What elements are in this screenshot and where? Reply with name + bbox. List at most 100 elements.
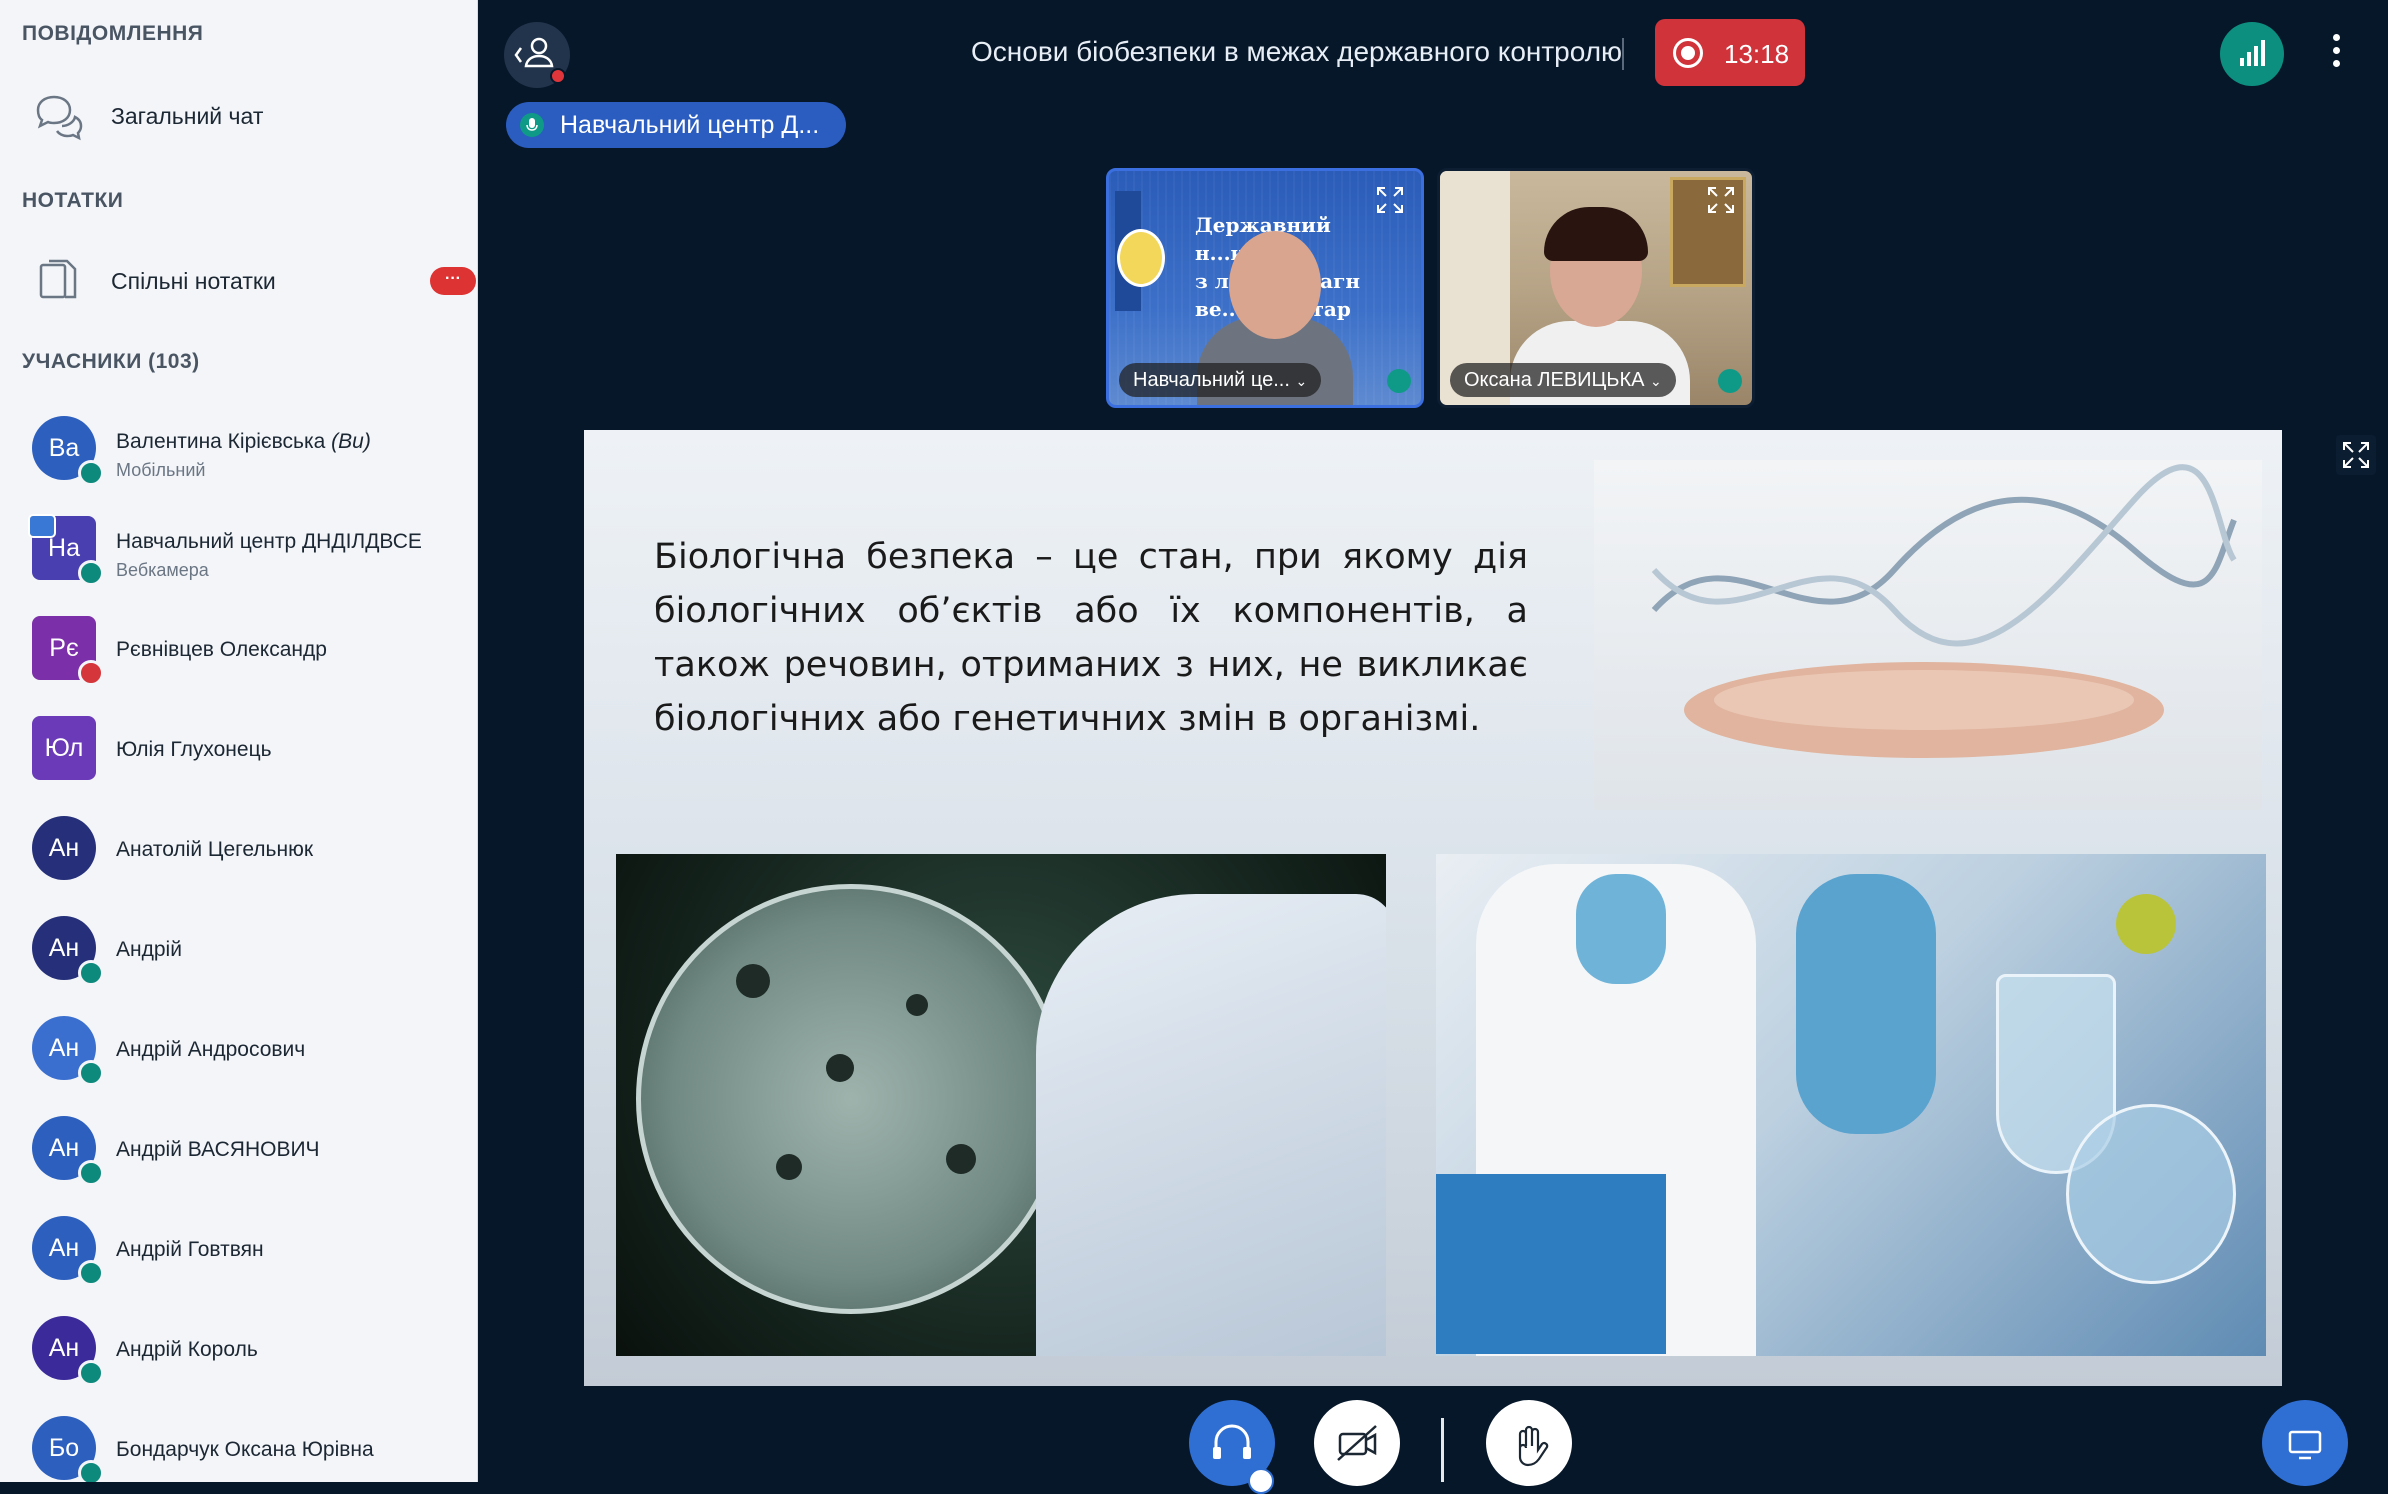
participant-row[interactable]: Рє Рєвнівцев Олександр	[0, 600, 477, 700]
video-name-label[interactable]: Оксана ЛЕВИЦЬКА ⌄	[1450, 363, 1676, 397]
participant-name-text: Навчальний центр ДНДІЛДВСЕ	[116, 530, 422, 553]
laboratory-image	[1436, 854, 2266, 1356]
slide-text: Біологічна безпека – це стан, при якому …	[654, 537, 1528, 739]
presentation-slide: Біологічна безпека – це стан, при якому …	[584, 430, 2282, 1386]
participant-row[interactable]: Ан Андрій	[0, 900, 477, 1000]
chevron-down-icon: ⌄	[1295, 373, 1308, 389]
participant-name: Андрій ВАСЯНОВИЧ	[116, 1138, 320, 1162]
participant-name: Навчальний центр ДНДІЛДВСЕ	[116, 530, 422, 554]
recording-time: 13:18	[1724, 39, 1790, 69]
participant-name-text: Бондарчук Оксана Юрівна	[116, 1438, 374, 1461]
participant-name: Рєвнівцев Олександр	[116, 638, 327, 662]
participant-name: Андрій Андросович	[116, 1038, 305, 1062]
camera-off-icon	[1337, 1425, 1377, 1461]
participant-row[interactable]: Юл Юлія Глухонець	[0, 700, 477, 800]
participant-row[interactable]: Ан Андрій Король	[0, 1300, 477, 1400]
institution-logo	[1117, 229, 1165, 287]
raise-hand-button[interactable]	[1486, 1400, 1572, 1486]
connection-status-button[interactable]	[2220, 22, 2284, 86]
main-area: Основи біобезпеки в межах державного кон…	[478, 0, 2388, 1494]
person-head	[1229, 231, 1321, 339]
video-name-text: Оксана ЛЕВИЦЬКА	[1464, 369, 1645, 391]
chat-icon	[32, 90, 84, 142]
participant-name: Андрій Король	[116, 1338, 258, 1362]
participant-name: Бондарчук Оксана Юрівна	[116, 1438, 374, 1462]
headphones-icon	[78, 960, 104, 986]
messages-section-title: ПОВІДОМЛЕННЯ	[22, 22, 204, 45]
participant-name-text: Андрій Говтвян	[116, 1238, 264, 1261]
headphones-icon	[1718, 369, 1742, 393]
microphone-icon	[520, 113, 544, 137]
participant-name-text: Андрій	[116, 938, 182, 961]
fullscreen-slide-button[interactable]	[2336, 435, 2376, 475]
participant-row[interactable]: На Навчальний центр ДНДІЛДВСЕ Вебкамера	[0, 500, 477, 600]
top-bar: Основи біобезпеки в межах державного кон…	[478, 0, 2388, 110]
participant-name-text: Анатолій Цегельнюк	[116, 838, 314, 861]
headphones-icon	[78, 1160, 104, 1186]
screen-icon	[2288, 1430, 2322, 1460]
headphones-icon	[78, 460, 104, 486]
microphone-icon	[1387, 369, 1411, 393]
participant-name-text: Валентина Кірієвська	[116, 430, 326, 453]
participant-name: Андрій Говтвян	[116, 1238, 264, 1262]
participant-row[interactable]: Ан Андрій Говтвян	[0, 1200, 477, 1300]
muted-microphone-icon	[78, 660, 104, 686]
person-hair	[1544, 207, 1648, 261]
bottom-action-bar	[478, 1386, 2388, 1494]
signal-bars-icon	[2240, 40, 2265, 66]
recording-button[interactable]: 13:18	[1655, 19, 1805, 86]
chevron-down-icon: ⌄	[1650, 373, 1662, 389]
participants-list: Ва Валентина Кірієвська (Ви) Мобільний На На…	[0, 400, 477, 1482]
talking-user-name: Навчальний центр Д...	[560, 111, 820, 139]
headphones-icon	[78, 1460, 104, 1482]
participant-name: Юлія Глухонець	[116, 738, 272, 762]
video-name-text: Навчальний це...	[1133, 369, 1290, 391]
notes-icon	[32, 255, 84, 307]
petri-dish-image	[616, 854, 1386, 1356]
toggle-user-list-button[interactable]	[504, 22, 570, 88]
participant-name: Валентина Кірієвська (Ви)	[116, 430, 371, 454]
shared-notes-label: Спільні нотатки	[111, 267, 276, 294]
record-icon	[1673, 38, 1703, 68]
camera-button[interactable]	[1314, 1400, 1400, 1486]
talking-indicator[interactable]: Навчальний центр Д...	[506, 102, 846, 148]
dna-image	[1594, 460, 2262, 810]
public-chat-item[interactable]: Загальний чат	[0, 76, 477, 156]
video-tile-oksana[interactable]: Оксана ЛЕВИЦЬКА ⌄	[1437, 168, 1755, 408]
avatar: Ан	[32, 816, 96, 880]
participant-name-text: Рєвнівцев Олександр	[116, 638, 327, 661]
participant-name-text: Андрій Андросович	[116, 1038, 306, 1061]
shared-notes-item[interactable]: Спільні нотатки ···	[0, 241, 477, 321]
participant-name: Андрій	[116, 938, 182, 962]
participant-row[interactable]: Ан Андрій ВАСЯНОВИЧ	[0, 1100, 477, 1200]
sidebar: ПОВІДОМЛЕННЯ Загальний чат НОТАТКИ Спіль…	[0, 0, 478, 1482]
notes-section-title: НОТАТКИ	[22, 189, 124, 212]
microphone-icon	[78, 560, 104, 586]
participant-row[interactable]: Бо Бондарчук Оксана Юрівна	[0, 1400, 477, 1482]
fullscreen-icon[interactable]	[1375, 185, 1405, 215]
fullscreen-icon[interactable]	[1706, 185, 1736, 215]
participant-device: Мобільний	[116, 460, 206, 480]
hand-icon	[1518, 1425, 1549, 1467]
meeting-title: Основи біобезпеки в межах державного кон…	[971, 36, 1623, 67]
notification-dot	[550, 68, 566, 84]
more-options-button[interactable]	[2326, 28, 2346, 80]
screen-share-button[interactable]	[2262, 1400, 2348, 1486]
video-name-label[interactable]: Навчальний це... ⌄	[1119, 363, 1322, 397]
action-bar-separator	[1441, 1418, 1444, 1482]
headphones-icon	[78, 1060, 104, 1086]
participant-row[interactable]: Ан Анатолій Цегельнюк	[0, 800, 477, 900]
participant-row[interactable]: Ва Валентина Кірієвська (Ви) Мобільний	[0, 400, 477, 500]
participant-name-text: Андрій ВАСЯНОВИЧ	[116, 1138, 320, 1161]
participant-name-text: Андрій Король	[116, 1338, 258, 1361]
presenter-icon	[28, 514, 56, 538]
participants-section-title: УЧАСНИКИ (103)	[22, 350, 200, 373]
participant-row[interactable]: Ан Андрій Андросович	[0, 1000, 477, 1100]
video-tile-training-center[interactable]: Державний н...ково-з л... ної діагнве...…	[1106, 168, 1424, 408]
notes-unread-badge: ···	[430, 267, 476, 295]
title-divider	[1622, 38, 1624, 70]
avatar: Юл	[32, 716, 96, 780]
audio-options-caret[interactable]	[1248, 1468, 1274, 1494]
participant-name-text: Юлія Глухонець	[116, 738, 272, 761]
public-chat-label: Загальний чат	[111, 102, 264, 129]
